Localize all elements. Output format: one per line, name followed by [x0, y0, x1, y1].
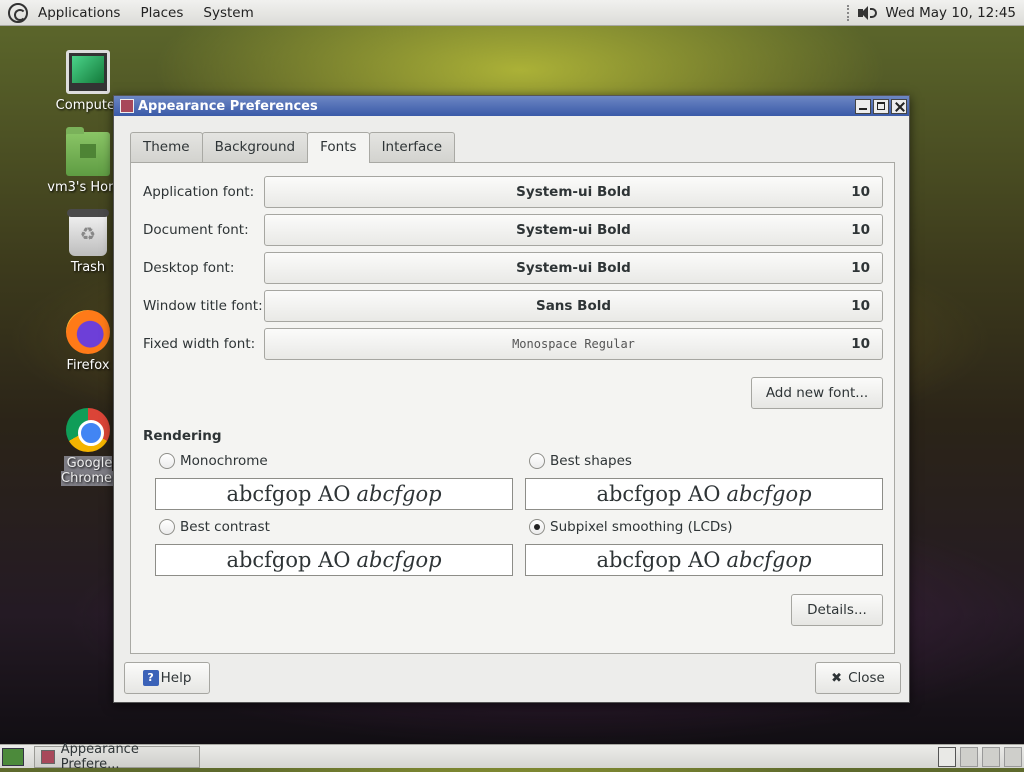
bottom-panel: Appearance Prefere...	[0, 742, 1024, 772]
panel-grip	[847, 5, 851, 21]
taskbar-item-label: Appearance Prefere...	[60, 741, 139, 772]
help-icon: ?	[142, 670, 159, 686]
appearance-preferences-window: Appearance Preferences Theme Background …	[113, 95, 910, 703]
font-size: 10	[851, 260, 870, 276]
tab-bar: Theme Background Fonts Interface	[130, 132, 456, 163]
font-size: 10	[851, 336, 870, 352]
sample-text-regular: abcfgop AO	[226, 482, 351, 506]
details-button[interactable]: Details...	[791, 594, 883, 626]
application-font-row: Application font: System-ui Bold 10	[143, 176, 883, 208]
chrome-icon	[66, 408, 110, 452]
radio-label: Best shapes	[550, 453, 632, 469]
volume-icon[interactable]	[857, 5, 879, 21]
workspace-1[interactable]	[938, 747, 956, 767]
font-name: System-ui Bold	[516, 260, 631, 276]
font-size: 10	[851, 184, 870, 200]
rendering-title: Rendering	[143, 428, 222, 444]
minimize-button[interactable]	[855, 98, 871, 114]
font-size: 10	[851, 298, 870, 314]
font-name: System-ui Bold	[516, 222, 631, 238]
fixed-width-font-row: Fixed width font: Monospace Regular 10	[143, 328, 883, 360]
sample-text-regular: abcfgop AO	[226, 548, 351, 572]
radio-best-shapes[interactable]: Best shapes	[529, 453, 632, 469]
top-panel: Applications Places System Wed May 10, 1…	[0, 0, 1024, 26]
home-folder-icon	[66, 127, 110, 176]
font-name: System-ui Bold	[516, 184, 631, 200]
sample-best-shapes: abcfgop AO abcfgop	[525, 478, 883, 510]
trash-icon	[67, 209, 109, 256]
close-icon: ✖	[831, 670, 843, 686]
workspace-3[interactable]	[982, 747, 1000, 767]
tab-theme[interactable]: Theme	[130, 132, 203, 162]
help-button[interactable]: ? Help	[124, 662, 210, 694]
distro-logo-icon[interactable]	[8, 2, 28, 23]
system-menu[interactable]: System	[193, 0, 263, 26]
desktop-font-label: Desktop font:	[143, 260, 235, 276]
help-label: Help	[160, 670, 192, 686]
radio-button[interactable]	[529, 453, 545, 469]
sample-best-contrast: abcfgop AO abcfgop	[155, 544, 513, 576]
add-new-font-button[interactable]: Add new font...	[751, 377, 883, 409]
show-desktop-icon[interactable]	[2, 747, 24, 766]
window-title-font-button[interactable]: Sans Bold 10	[264, 290, 883, 322]
window-title-font-row: Window title font: Sans Bold 10	[143, 290, 883, 322]
radio-best-contrast[interactable]: Best contrast	[159, 519, 270, 535]
workspace-4[interactable]	[1004, 747, 1022, 767]
window-app-icon[interactable]	[120, 99, 134, 113]
radio-monochrome[interactable]: Monochrome	[159, 453, 268, 469]
sample-text-regular: abcfgop AO	[596, 482, 721, 506]
sample-text-italic: abcfgop	[356, 482, 442, 506]
radio-button[interactable]	[159, 519, 175, 535]
radio-subpixel-smoothing[interactable]: Subpixel smoothing (LCDs)	[529, 519, 733, 535]
radio-button[interactable]	[529, 519, 545, 535]
sample-text-italic: abcfgop	[726, 548, 812, 572]
taskbar-app-icon	[41, 749, 55, 764]
workspace-2[interactable]	[960, 747, 978, 767]
taskbar-item-appearance[interactable]: Appearance Prefere...	[34, 742, 200, 772]
sample-text-italic: abcfgop	[356, 548, 442, 572]
font-name: Sans Bold	[535, 298, 612, 314]
places-menu[interactable]: Places	[130, 0, 193, 26]
radio-button[interactable]	[159, 453, 175, 469]
window-title: Appearance Preferences	[138, 98, 318, 114]
tab-background[interactable]: Background	[201, 132, 309, 162]
application-font-label: Application font:	[143, 184, 255, 200]
window-titlebar[interactable]: Appearance Preferences	[114, 96, 909, 116]
radio-label: Monochrome	[180, 453, 268, 469]
sample-text-regular: abcfgop AO	[596, 548, 721, 572]
document-font-row: Document font: System-ui Bold 10	[143, 214, 883, 246]
desktop-icon-label: Google Chrome	[61, 456, 115, 486]
radio-label: Subpixel smoothing (LCDs)	[550, 519, 733, 535]
desktop-font-button[interactable]: System-ui Bold 10	[264, 252, 883, 284]
sample-subpixel: abcfgop AO abcfgop	[525, 544, 883, 576]
applications-menu[interactable]: Applications	[28, 0, 130, 26]
application-font-button[interactable]: System-ui Bold 10	[264, 176, 883, 208]
fonts-panel: Application font: System-ui Bold 10 Docu…	[130, 162, 895, 654]
fixed-width-font-button[interactable]: Monospace Regular 10	[264, 328, 883, 360]
firefox-icon	[66, 310, 110, 354]
clock[interactable]: Wed May 10, 12:45	[885, 5, 1024, 21]
sample-text-italic: abcfgop	[726, 482, 812, 506]
sample-monochrome: abcfgop AO abcfgop	[155, 478, 513, 510]
tab-fonts[interactable]: Fonts	[307, 132, 370, 163]
close-button[interactable]: ✖ Close	[815, 662, 901, 694]
window-close-button[interactable]	[891, 98, 907, 114]
radio-label: Best contrast	[180, 519, 270, 535]
maximize-button[interactable]	[873, 98, 889, 114]
document-font-button[interactable]: System-ui Bold 10	[264, 214, 883, 246]
close-label: Close	[848, 670, 885, 686]
font-name: Monospace Regular	[512, 337, 635, 351]
document-font-label: Document font:	[143, 222, 249, 238]
tab-interface[interactable]: Interface	[368, 132, 456, 162]
computer-icon	[66, 50, 110, 94]
fixed-width-font-label: Fixed width font:	[143, 336, 256, 352]
desktop-font-row: Desktop font: System-ui Bold 10	[143, 252, 883, 284]
window-title-font-label: Window title font:	[143, 298, 263, 314]
font-size: 10	[851, 222, 870, 238]
